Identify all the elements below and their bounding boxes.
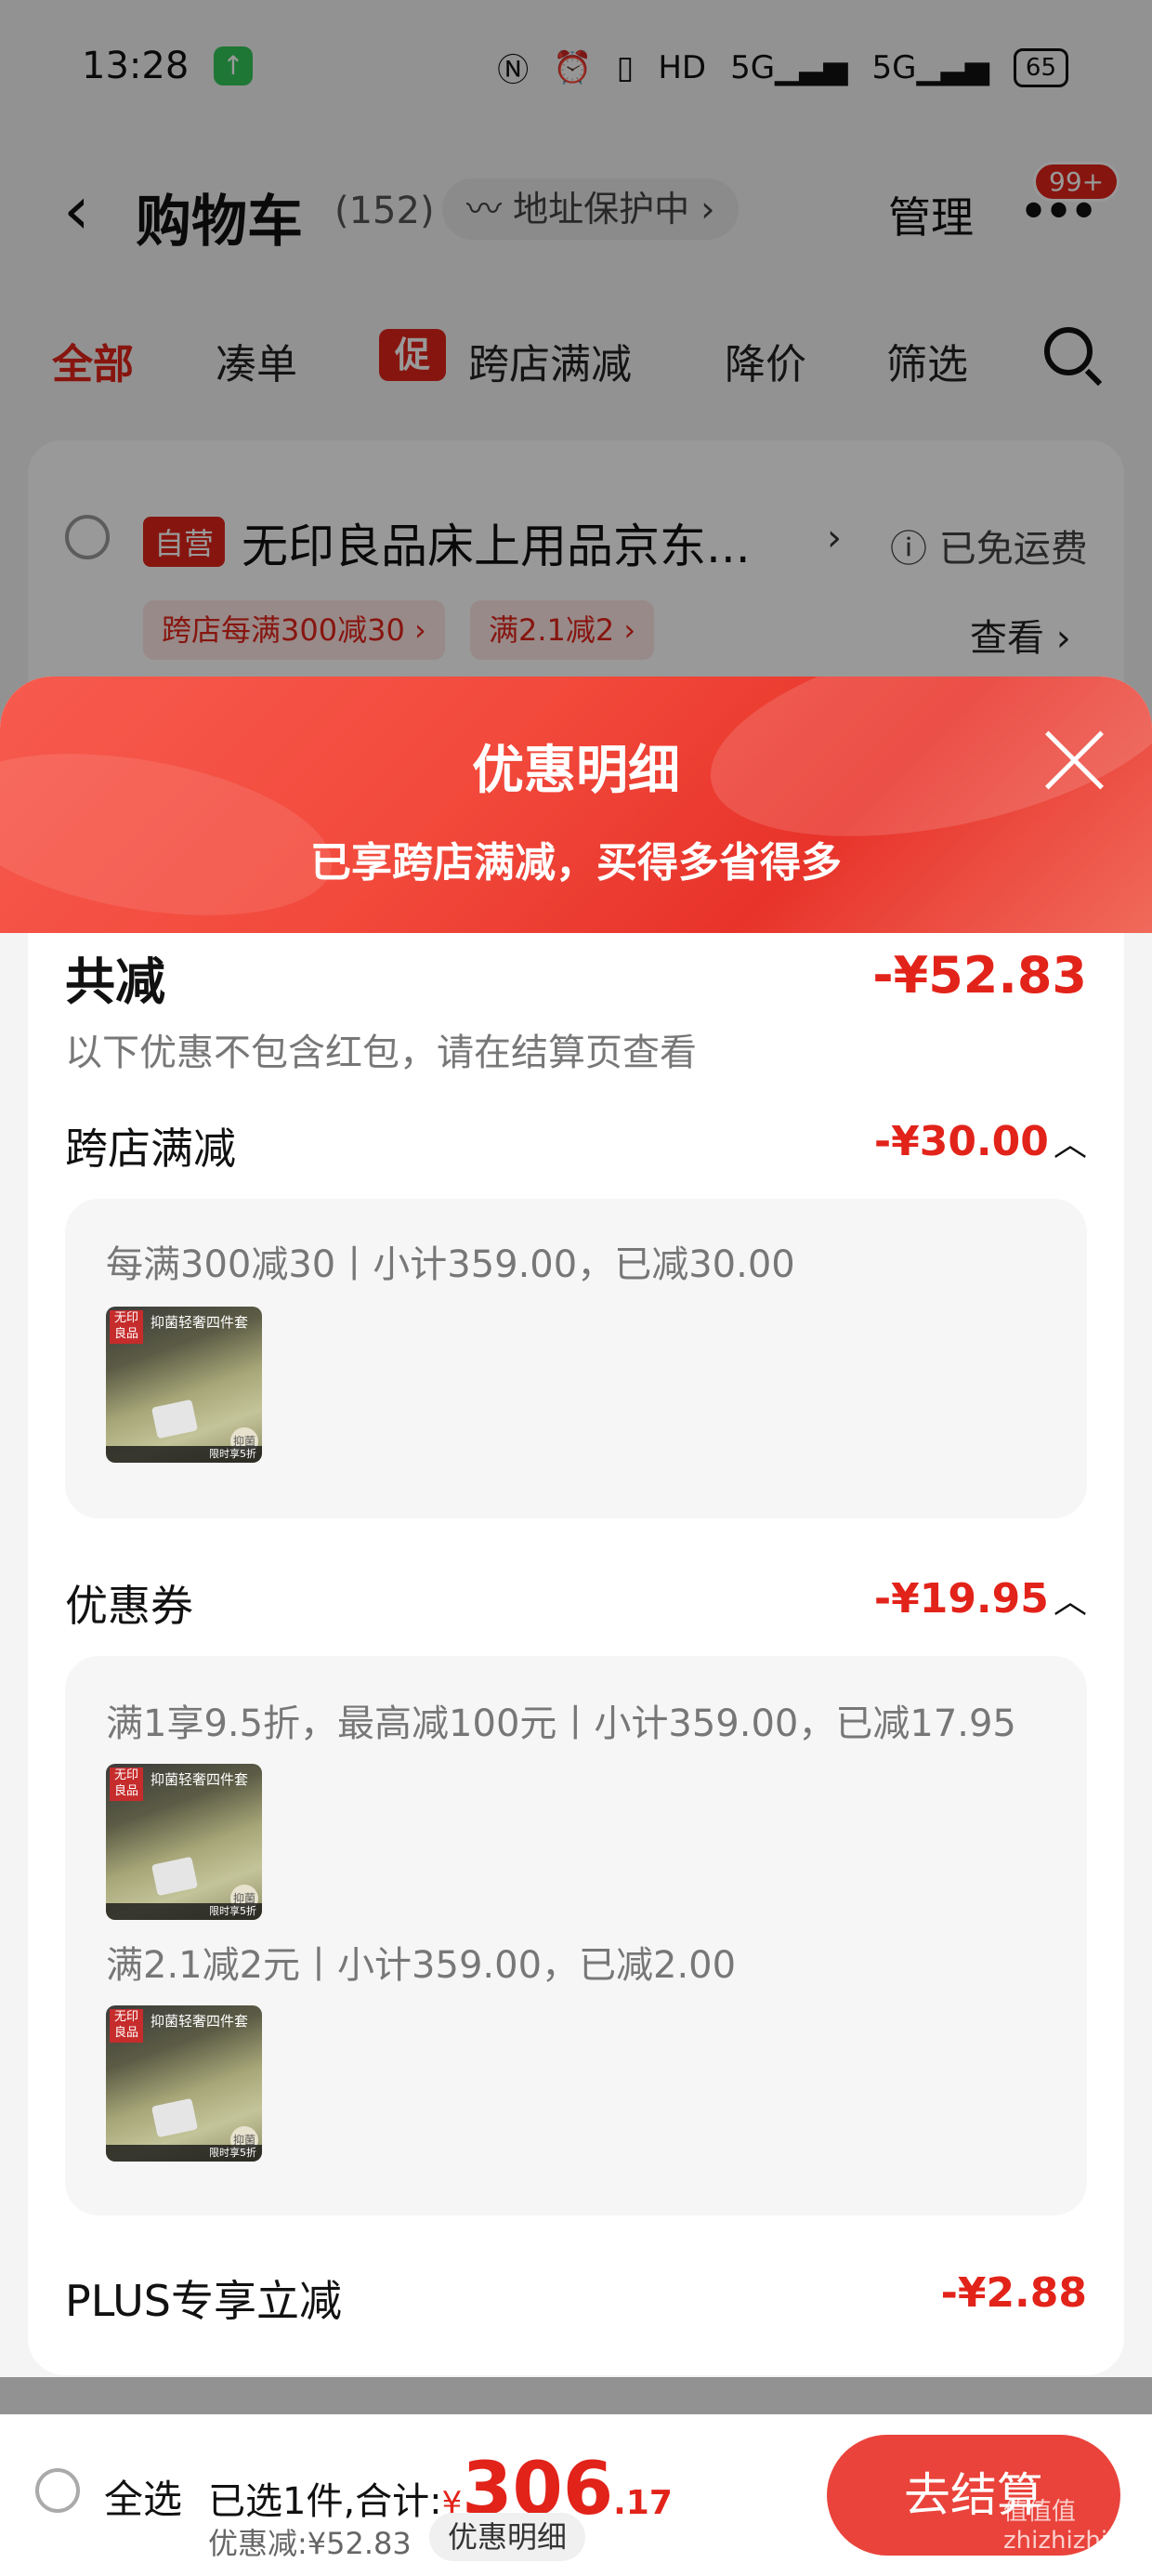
chevron-up-icon: ︿: [1053, 1583, 1087, 1621]
section-amount-coupon[interactable]: -¥19.95 ︿: [874, 1574, 1087, 1623]
discount-summary: 优惠减:¥52.83: [208, 2526, 412, 2561]
product-thumbnail[interactable]: 无印良品 抑菌轻奢四件套 抑菌 限时享5折: [106, 1764, 262, 1920]
product-thumbnail[interactable]: 无印良品 抑菌轻奢四件套 抑菌 限时享5折: [106, 1307, 262, 1463]
section-box-coupon: 满1享9.5折，最高减100元丨小计359.00，已减17.95 无印良品 抑菌…: [65, 1656, 1087, 2215]
section-title-cross-store: 跨店满减: [65, 1124, 236, 1174]
section-box-cross-store: 每满300减30丨小计359.00，已减30.00 无印良品 抑菌轻奢四件套 抑…: [65, 1199, 1087, 1518]
section-amount-plus: -¥2.88: [940, 2269, 1087, 2317]
select-all-checkbox[interactable]: [35, 2468, 80, 2513]
promo-line: 满2.1减2元丨小计359.00，已减2.00: [106, 1944, 737, 1987]
select-all-label[interactable]: 全选: [104, 2468, 182, 2525]
total-amount: -¥52.83: [872, 946, 1087, 1005]
section-title-plus: PLUS专享立减: [65, 2276, 342, 2326]
sheet-content: 共减 -¥52.83 以下优惠不包含红包，请在结算页查看 跨店满减 -¥30.0…: [28, 933, 1124, 2375]
promo-line: 每满300减30丨小计359.00，已减30.00: [106, 1243, 795, 1286]
close-icon[interactable]: [1039, 725, 1109, 795]
sheet-title: 优惠明细: [472, 741, 680, 801]
note-text: 以下优惠不包含红包，请在结算页查看: [65, 1032, 697, 1074]
sheet-header: 优惠明细 已享跨店满减，买得多省得多: [0, 677, 1152, 933]
discount-detail-button[interactable]: 优惠明细: [429, 2513, 586, 2561]
sheet-subtitle: 已享跨店满减，买得多省得多: [310, 839, 842, 887]
section-title-coupon: 优惠券: [65, 1581, 193, 1631]
checkout-bar: 全选 已选1件,合计:¥306.17 优惠减:¥52.83 优惠明细 去结算: [0, 2414, 1152, 2576]
watermark: 值值值 zhizhizhi.com: [1003, 2498, 1152, 2555]
product-thumbnail[interactable]: 无印良品 抑菌轻奢四件套 抑菌 限时享5折: [106, 2005, 262, 2162]
promo-line: 满1享9.5折，最高减100元丨小计359.00，已减17.95: [106, 1702, 1016, 1745]
total-label: 共减: [65, 953, 165, 1011]
section-amount-cross-store[interactable]: -¥30.00 ︿: [874, 1117, 1087, 1165]
discount-detail-sheet: 优惠明细 已享跨店满减，买得多省得多 共减 -¥52.83 以下优惠不包含红包，…: [0, 677, 1152, 2377]
chevron-up-icon: ︿: [1053, 1125, 1087, 1163]
